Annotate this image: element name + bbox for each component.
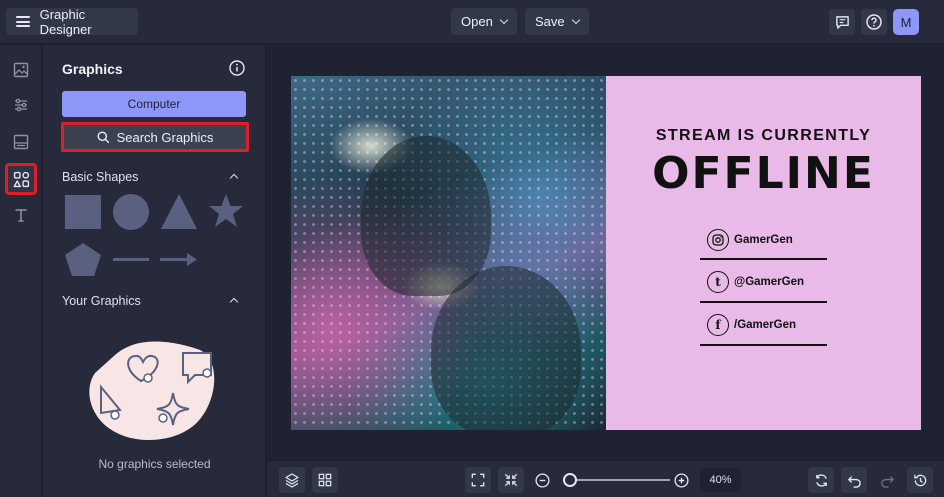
save-button[interactable]: Save — [525, 8, 589, 35]
chevron-down-icon — [499, 15, 509, 25]
undo-icon — [847, 475, 861, 488]
zoom-in-icon[interactable] — [674, 473, 689, 488]
compress-icon — [504, 473, 518, 487]
actual-size-button[interactable] — [498, 467, 524, 493]
instagram-handle: GamerGen — [734, 234, 793, 246]
help-icon — [866, 14, 882, 30]
redo-icon — [880, 475, 894, 488]
rail-item-text[interactable] — [8, 202, 34, 228]
photo-figure — [361, 136, 491, 296]
instagram-row[interactable]: GamerGen — [707, 227, 827, 253]
open-button[interactable]: Open — [451, 8, 517, 35]
offline-panel[interactable]: STREAM IS CURRENTLY OFFLINE GamerGen t @… — [606, 76, 921, 430]
search-graphics-button[interactable]: Search Graphics — [61, 122, 249, 152]
layers-button[interactable] — [279, 467, 305, 493]
sliders-icon — [15, 98, 27, 112]
hamburger-icon — [16, 16, 30, 27]
divider-line — [700, 258, 827, 260]
layout-icon — [13, 134, 29, 150]
rail-item-layout[interactable] — [8, 129, 34, 155]
feedback-button[interactable] — [829, 9, 855, 35]
redo-button[interactable] — [874, 467, 900, 493]
offline-heading[interactable]: OFFLINE — [606, 148, 921, 199]
top-bar: Graphic Designer Open Save M — [0, 0, 944, 44]
grid-button[interactable] — [312, 467, 338, 493]
circle-shape[interactable] — [113, 194, 149, 230]
photo-figure — [431, 266, 581, 430]
facebook-row[interactable]: f /GamerGen — [707, 312, 827, 338]
tumblr-handle: @GamerGen — [734, 276, 805, 288]
fit-screen-button[interactable] — [465, 467, 491, 493]
resize-button[interactable] — [808, 467, 834, 493]
history-button[interactable] — [907, 467, 933, 493]
basic-shapes-heading: Basic Shapes — [62, 170, 139, 184]
divider-line — [700, 344, 827, 346]
chevron-up-icon[interactable] — [229, 297, 239, 307]
basic-shapes-grid — [65, 194, 243, 276]
stream-heading[interactable]: STREAM IS CURRENTLY — [606, 127, 921, 145]
arrow-shape[interactable] — [160, 253, 197, 266]
save-label: Save — [535, 14, 565, 29]
chevron-up-icon[interactable] — [229, 173, 239, 183]
search-icon — [97, 130, 109, 143]
line-shape[interactable] — [113, 258, 149, 261]
chevron-down-icon — [571, 15, 580, 25]
user-avatar[interactable]: M — [893, 9, 919, 35]
rail-item-graphics[interactable] — [5, 163, 37, 195]
triangle-shape[interactable] — [161, 194, 197, 229]
facebook-handle: /GamerGen — [734, 319, 796, 331]
star-shape[interactable] — [209, 194, 243, 227]
vr-gamer-photo[interactable] — [291, 76, 606, 430]
feedback-icon — [835, 15, 849, 29]
text-icon — [15, 209, 27, 222]
design-canvas[interactable]: STREAM IS CURRENTLY OFFLINE GamerGen t @… — [291, 76, 921, 430]
facebook-icon: f — [707, 314, 729, 336]
rail-item-images[interactable] — [8, 57, 34, 83]
help-button[interactable] — [861, 9, 887, 35]
tumblr-row[interactable]: t @GamerGen — [707, 269, 827, 295]
shapes-icon — [13, 171, 29, 187]
computer-upload-button[interactable]: Computer — [62, 91, 246, 117]
grid-icon — [318, 473, 332, 487]
search-graphics-label: Search Graphics — [116, 129, 214, 145]
zoom-out-icon[interactable] — [535, 473, 550, 488]
refresh-icon — [815, 473, 827, 487]
info-icon[interactable] — [229, 60, 245, 76]
zoom-slider-track[interactable] — [572, 479, 670, 481]
instagram-icon — [707, 229, 729, 251]
your-graphics-heading: Your Graphics — [62, 294, 141, 308]
app-title: Graphic Designer — [39, 6, 92, 37]
square-shape[interactable] — [65, 195, 101, 229]
rail-item-adjust[interactable] — [8, 92, 34, 118]
expand-icon — [471, 473, 485, 487]
tool-rail — [0, 45, 42, 497]
app-menu-button[interactable]: Graphic Designer — [6, 6, 138, 37]
zoom-slider-handle[interactable] — [563, 473, 577, 487]
pentagon-shape[interactable] — [65, 243, 101, 276]
graphics-panel: Graphics Computer Search Graphics Basic … — [43, 45, 266, 497]
layers-icon — [285, 473, 299, 488]
empty-graphics-message: No graphics selected — [98, 457, 211, 471]
divider-line — [700, 301, 827, 303]
open-label: Open — [461, 14, 493, 29]
zoom-level[interactable]: 40% — [700, 468, 741, 492]
undo-button[interactable] — [841, 467, 867, 493]
image-icon — [13, 62, 29, 78]
panel-title: Graphics — [62, 61, 123, 77]
history-icon — [913, 474, 926, 486]
empty-graphics-illustration — [89, 341, 215, 440]
bottom-toolbar: 40% — [267, 460, 944, 497]
tumblr-icon: t — [707, 271, 729, 293]
canvas-workspace[interactable]: STREAM IS CURRENTLY OFFLINE GamerGen t @… — [267, 45, 944, 460]
